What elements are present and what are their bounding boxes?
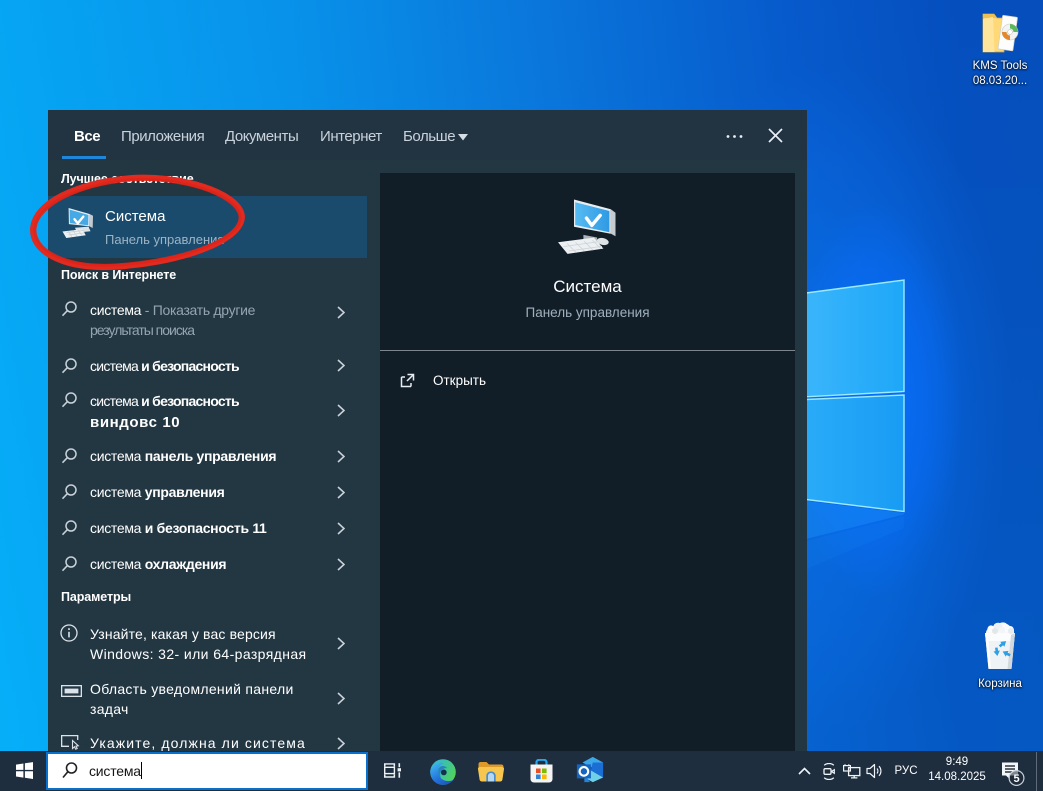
svg-text:5: 5 — [1013, 773, 1019, 785]
